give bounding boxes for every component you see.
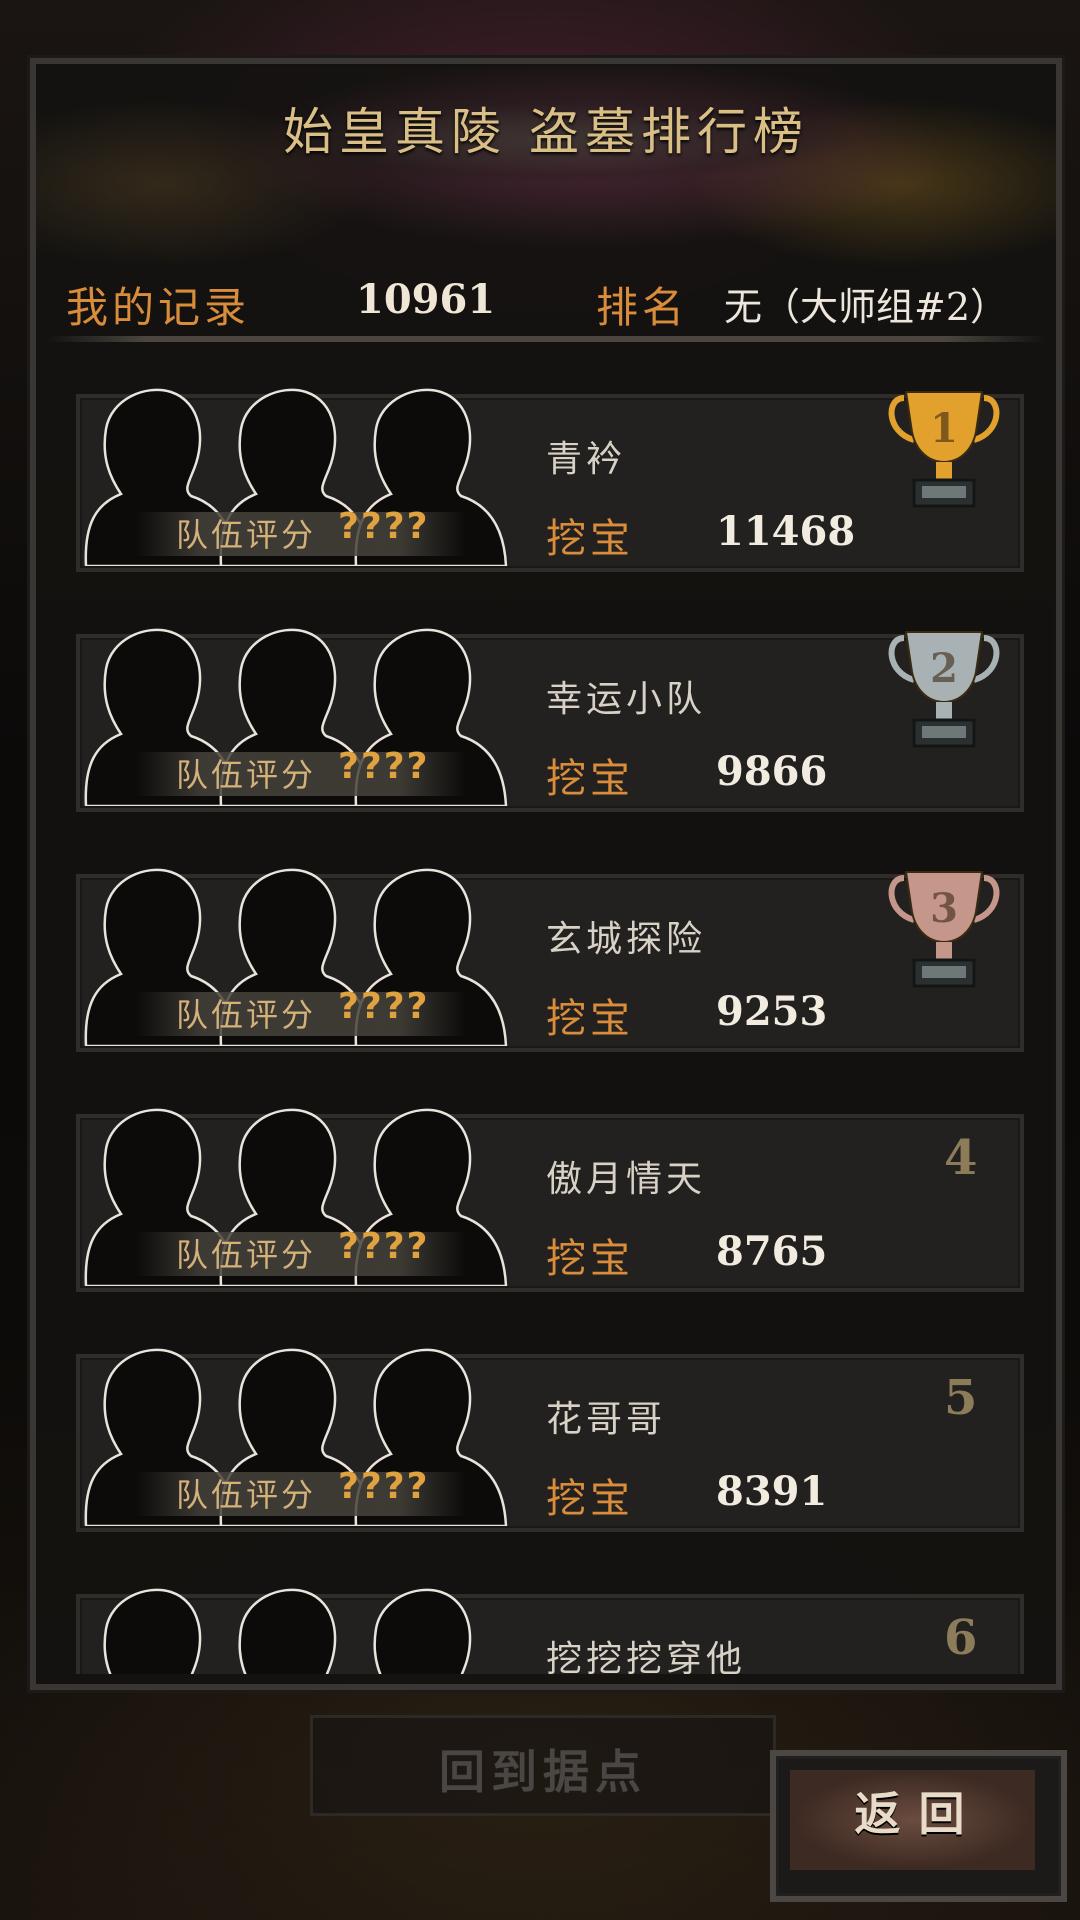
dig-score: 9866 [716,748,828,795]
team-score-label: 队伍评分 [176,1476,317,1514]
dig-score: 8765 [716,1228,828,1275]
team-score-value: ???? [338,1226,430,1267]
rank-number: 6 [944,1610,978,1666]
dig-score: 9253 [716,988,828,1035]
team-score-label: 队伍评分 [176,996,317,1034]
silhouette-icon [373,1588,472,1674]
team-score-label: 队伍评分 [176,516,317,554]
leaderboard-row[interactable]: 队伍评分???? 玄城探险挖宝 9253 3 [76,864,1024,1052]
record-divider [46,336,1046,342]
my-record-value: 10961 [356,276,496,323]
leaderboard-list[interactable]: 队伍评分???? 青衿 挖宝 11468 1 队伍评分???? 幸运小队 挖宝 9866 2队… [36,384,1056,1674]
leaderboard-row[interactable]: 队伍评分???? 花哥哥挖宝 8391 5 [76,1344,1024,1532]
return-button[interactable]: 返回 [770,1750,1067,1902]
back-to-base-button[interactable]: 回到据点 [310,1715,776,1816]
silhouette-icon [103,1588,202,1674]
leaderboard-row[interactable]: 队伍评分???? 幸运小队挖宝 9866 2 [76,624,1024,812]
silhouette-icon [238,1588,337,1674]
dig-score: 11468 [716,508,856,555]
team-score-label: 队伍评分 [176,1236,317,1274]
dig-label: 挖宝 [546,516,634,562]
my-rank-value: 无（大师组#2） [724,285,1009,329]
team-score-value: ???? [338,506,430,547]
rank-number: 5 [944,1370,978,1426]
leaderboard-row[interactable]: 挖挖挖穿他 6 [76,1584,1024,1674]
team-name: 挖挖挖穿他 [546,1639,747,1674]
team-score-value: ???? [338,986,430,1027]
team-name: 花哥哥 [546,1399,667,1440]
team-avatars [103,1588,472,1674]
team-name: 青衿 [546,439,627,480]
rank-number: 4 [944,1130,978,1186]
gold-trophy-icon: 1 [888,391,1000,508]
dig-label: 挖宝 [546,756,634,802]
back-to-base-label: 回到据点 [439,1745,647,1799]
dig-label: 挖宝 [546,1476,634,1522]
leaderboard-row[interactable]: 队伍评分???? 青衿挖宝 11468 1 [76,384,1024,572]
dig-score: 8391 [716,1468,828,1515]
team-name: 傲月情天 [546,1159,707,1200]
dig-label: 挖宝 [546,996,634,1042]
trophy-rank-number: 2 [930,645,958,692]
team-name: 幸运小队 [546,679,707,720]
silver-trophy-icon: 2 [888,631,1000,748]
page-title: 始皇真陵 盗墓排行榜 [283,103,809,161]
dig-label: 挖宝 [546,1236,634,1282]
my-record-row: 我的记录 10961 排名 无（大师组#2） [36,254,1056,334]
my-rank-label: 排名 [596,283,689,332]
bronze-trophy-icon: 3 [888,871,1000,988]
trophy-rank-number: 3 [930,885,958,932]
return-label: 返回 [854,1787,983,1841]
team-score-value: ???? [338,1466,430,1507]
team-score-value: ???? [338,746,430,787]
team-name: 玄城探险 [546,919,707,960]
leaderboard-row[interactable]: 队伍评分???? 傲月情天挖宝 8765 4 [76,1104,1024,1292]
team-score-label: 队伍评分 [176,756,317,794]
my-record-label: 我的记录 [66,283,251,332]
leaderboard-panel: 始皇真陵 盗墓排行榜 我的记录 10961 排名 无（大师组#2） 队伍评分??… [30,58,1062,1690]
trophy-rank-number: 1 [930,405,958,452]
